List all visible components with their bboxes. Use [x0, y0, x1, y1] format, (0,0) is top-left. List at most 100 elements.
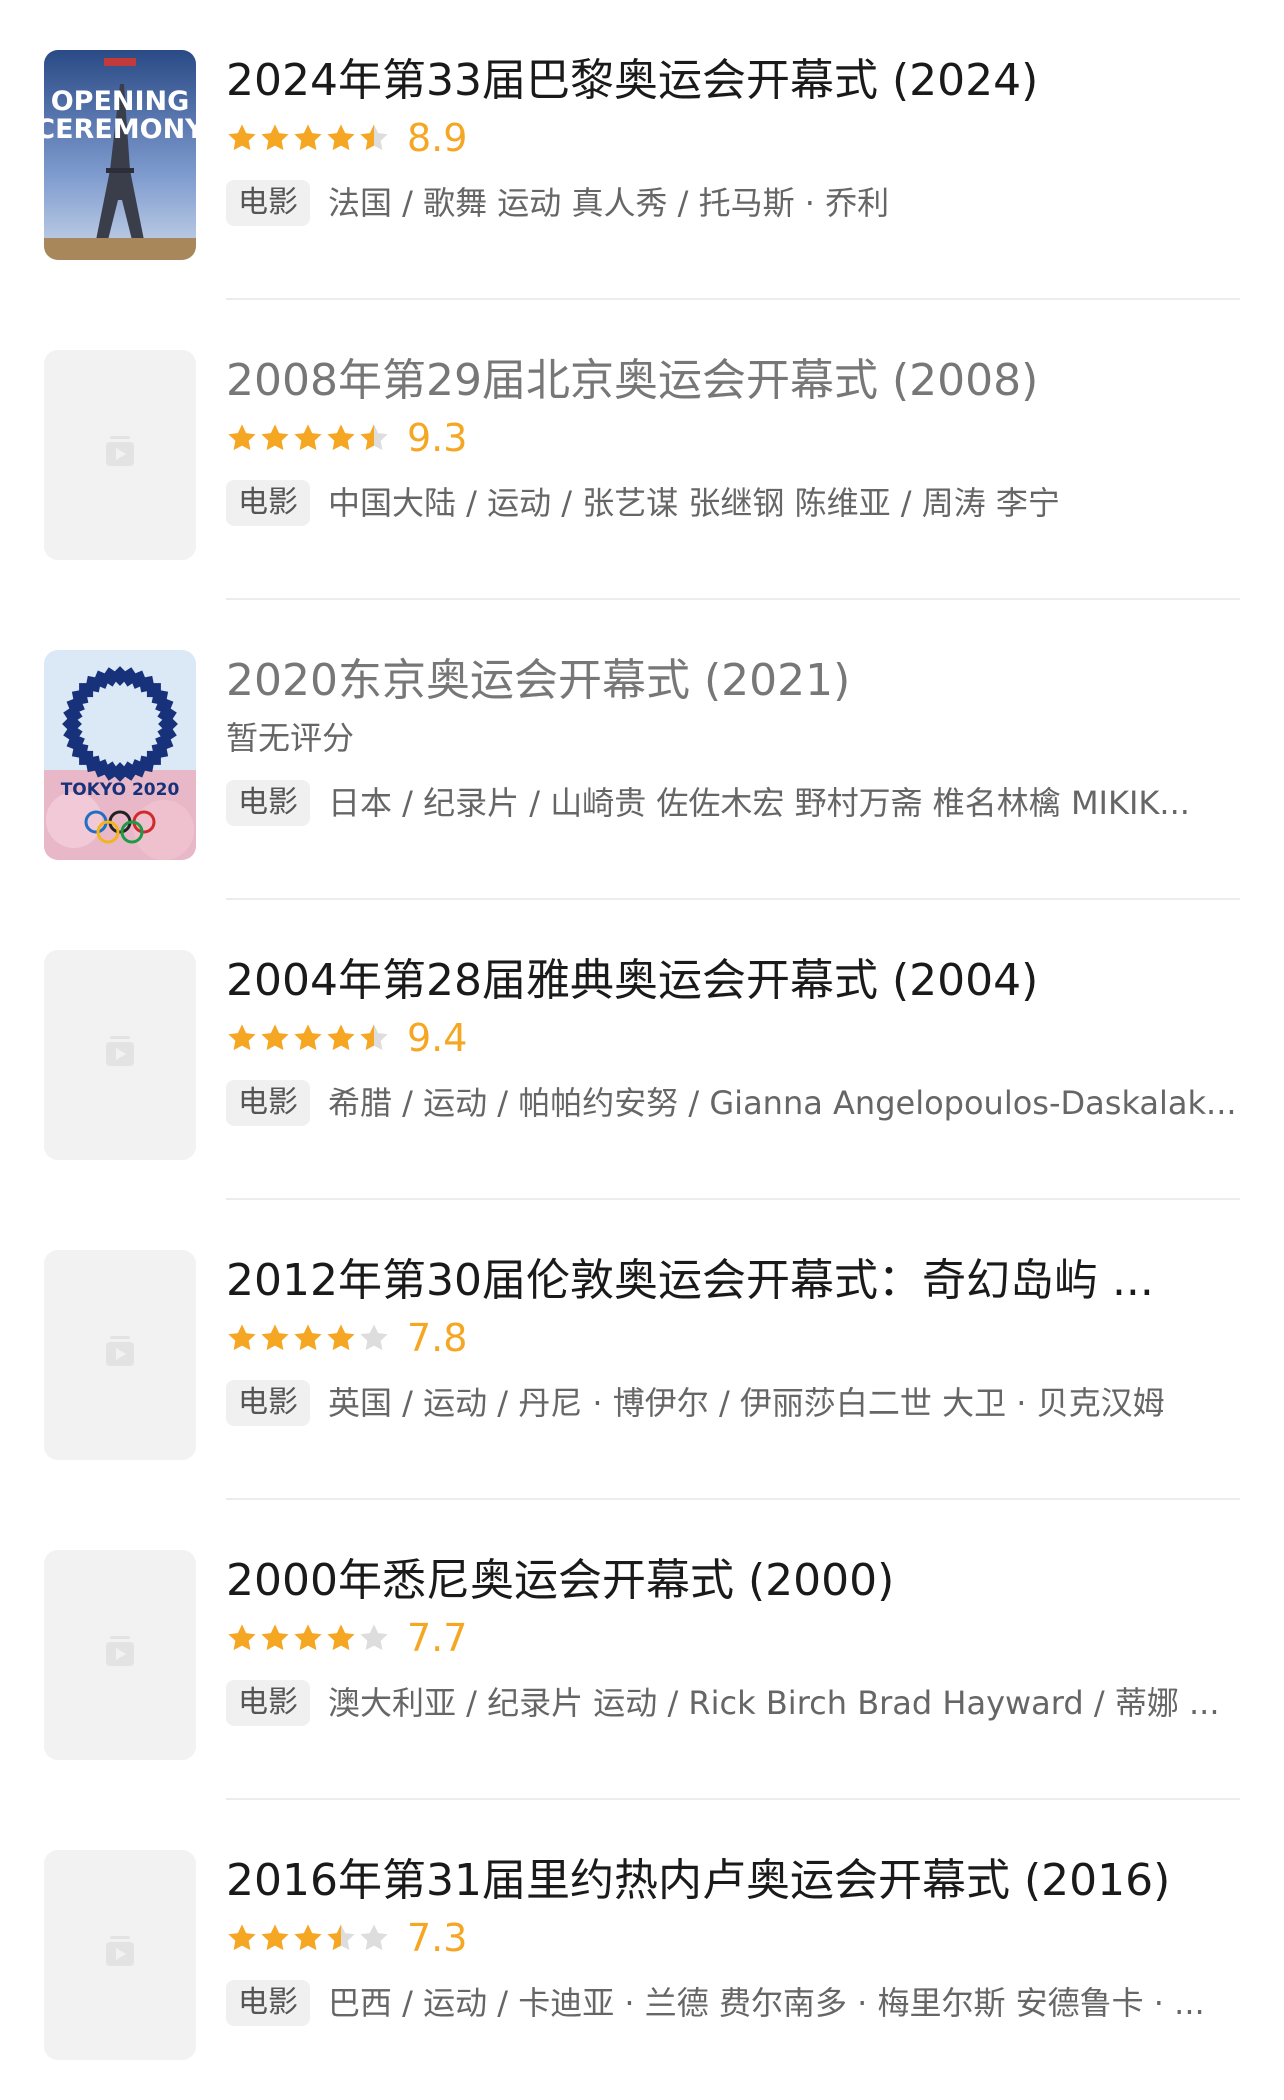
type-tag: 电影 — [226, 1080, 310, 1126]
star-icon — [294, 1924, 322, 1951]
star-icon — [327, 124, 355, 151]
poster-image[interactable] — [44, 1850, 196, 2060]
list-item[interactable]: 2008年第29届北京奥运会开幕式 (2008) 9.3 电影 中国大陆 / 运… — [0, 300, 1284, 600]
star-icon — [294, 1324, 322, 1351]
rating-row: 9.4 — [226, 1016, 467, 1060]
placeholder-image-icon — [44, 1550, 196, 1760]
type-tag: 电影 — [226, 780, 310, 826]
poster-image[interactable]: OPENING CEREMONY — [44, 50, 196, 260]
poster-image[interactable] — [44, 350, 196, 560]
meta-row: 电影 希腊 / 运动 / 帕帕约安努 / Gianna Angelopoulos… — [226, 1080, 1246, 1126]
star-icon — [360, 424, 388, 451]
rating-row: 暂无评分 — [226, 716, 354, 760]
star-icon — [228, 124, 256, 151]
star-rating — [226, 1022, 391, 1054]
star-icon — [261, 1624, 289, 1651]
placeholder-image-icon — [44, 950, 196, 1160]
placeholder-image-icon — [44, 350, 196, 560]
poster-image[interactable] — [44, 950, 196, 1160]
star-icon — [261, 124, 289, 151]
movie-title[interactable]: 2004年第28届雅典奥运会开幕式 (2004) — [226, 950, 1246, 1012]
no-rating-text: 暂无评分 — [226, 719, 355, 757]
star-icon — [294, 124, 322, 151]
star-icon — [327, 424, 355, 451]
movie-meta: 英国 / 运动 / 丹尼 · 博伊尔 / 伊丽莎白二世 大卫 · 贝克汉姆 — [328, 1384, 1165, 1422]
list-item[interactable]: TOKYO 2020 2020东京奥运会开幕式 (2021) 暂无评分 电影 日… — [0, 600, 1284, 900]
rating-score: 8.9 — [407, 116, 468, 160]
type-tag: 电影 — [226, 1680, 310, 1726]
rating-row: 7.7 — [226, 1616, 467, 1660]
rating-score: 9.4 — [407, 1016, 468, 1060]
star-icon — [360, 124, 388, 151]
star-icon — [228, 1624, 256, 1651]
meta-row: 电影 巴西 / 运动 / 卡迪亚 · 兰德 费尔南多 · 梅里尔斯 安德鲁卡 ·… — [226, 1980, 1246, 2026]
movie-title[interactable]: 2024年第33届巴黎奥运会开幕式 (2024) — [226, 50, 1246, 112]
star-icon — [294, 1024, 322, 1051]
poster-image[interactable] — [44, 1550, 196, 1760]
movie-meta: 希腊 / 运动 / 帕帕约安努 / Gianna Angelopoulos-Da… — [328, 1084, 1237, 1122]
star-icon — [327, 1924, 355, 1951]
star-icon — [261, 424, 289, 451]
movie-meta: 日本 / 纪录片 / 山崎贵 佐佐木宏 野村万斋 椎名林檎 MIKIK... — [328, 784, 1190, 822]
star-rating — [226, 422, 391, 454]
star-icon — [294, 1624, 322, 1651]
star-icon — [294, 424, 322, 451]
rating-row: 7.8 — [226, 1316, 467, 1360]
poster-image[interactable] — [44, 1250, 196, 1460]
movie-title[interactable]: 2020东京奥运会开幕式 (2021) — [226, 650, 1246, 712]
meta-row: 电影 法国 / 歌舞 运动 真人秀 / 托马斯 · 乔利 — [226, 180, 1246, 226]
movie-title[interactable]: 2016年第31届里约热内卢奥运会开幕式 (2016) — [226, 1850, 1246, 1912]
list-item[interactable]: 2016年第31届里约热内卢奥运会开幕式 (2016) 7.3 电影 巴西 / … — [0, 1800, 1284, 2100]
star-icon — [327, 1024, 355, 1051]
type-tag: 电影 — [226, 480, 310, 526]
movie-meta: 中国大陆 / 运动 / 张艺谋 张继钢 陈维亚 / 周涛 李宁 — [328, 484, 1060, 522]
rating-row: 8.9 — [226, 116, 467, 160]
poster-image[interactable]: TOKYO 2020 — [44, 650, 196, 860]
rating-row: 7.3 — [226, 1916, 467, 1960]
star-icon — [261, 1924, 289, 1951]
eiffel-tower-poster-icon: OPENINGCEREMONY — [44, 50, 196, 260]
meta-row: 电影 澳大利亚 / 纪录片 运动 / Rick Birch Brad Haywa… — [226, 1680, 1246, 1726]
star-icon — [327, 1324, 355, 1351]
rating-score: 7.8 — [407, 1316, 468, 1360]
list-item[interactable]: 2004年第28届雅典奥运会开幕式 (2004) 9.4 电影 希腊 / 运动 … — [0, 900, 1284, 1200]
star-rating — [226, 1322, 391, 1354]
movie-title[interactable]: 2012年第30届伦敦奥运会开幕式：奇幻岛屿 ... — [226, 1250, 1246, 1312]
rating-score: 7.7 — [407, 1616, 468, 1660]
meta-row: 电影 日本 / 纪录片 / 山崎贵 佐佐木宏 野村万斋 椎名林檎 MIKIK..… — [226, 780, 1246, 826]
meta-row: 电影 英国 / 运动 / 丹尼 · 博伊尔 / 伊丽莎白二世 大卫 · 贝克汉姆 — [226, 1380, 1246, 1426]
star-icon — [360, 1924, 388, 1951]
star-rating — [226, 1922, 391, 1954]
list-item[interactable]: OPENING CEREMONY 2024年第33届巴黎奥运会开幕式 (2024)… — [0, 0, 1284, 300]
type-tag: 电影 — [226, 180, 310, 226]
star-icon — [228, 1324, 256, 1351]
star-icon — [261, 1024, 289, 1051]
poster-text: TOKYO 2020 — [61, 780, 180, 800]
type-tag: 电影 — [226, 1980, 310, 2026]
poster-text-line2: CEREMONY — [44, 114, 196, 145]
rating-score: 7.3 — [407, 1916, 468, 1960]
star-rating — [226, 122, 391, 154]
star-rating — [226, 1622, 391, 1654]
list-item[interactable]: 2012年第30届伦敦奥运会开幕式：奇幻岛屿 ... 7.8 电影 英国 / 运… — [0, 1200, 1284, 1500]
star-icon — [228, 1924, 256, 1951]
list-item[interactable]: 2000年悉尼奥运会开幕式 (2000) 7.7 电影 澳大利亚 / 纪录片 运… — [0, 1500, 1284, 1800]
movie-meta: 巴西 / 运动 / 卡迪亚 · 兰德 费尔南多 · 梅里尔斯 安德鲁卡 · ..… — [328, 1984, 1205, 2022]
star-icon — [360, 1624, 388, 1651]
star-icon — [360, 1324, 388, 1351]
poster-text-line1: OPENING — [51, 86, 190, 117]
placeholder-image-icon — [44, 1250, 196, 1460]
rating-row: 9.3 — [226, 416, 467, 460]
star-icon — [228, 1024, 256, 1051]
tokyo-emblem-poster-icon: TOKYO 2020 — [44, 650, 196, 860]
star-icon — [228, 424, 256, 451]
movie-meta: 法国 / 歌舞 运动 真人秀 / 托马斯 · 乔利 — [328, 184, 890, 222]
movie-title[interactable]: 2008年第29届北京奥运会开幕式 (2008) — [226, 350, 1246, 412]
movie-title[interactable]: 2000年悉尼奥运会开幕式 (2000) — [226, 1550, 1246, 1612]
type-tag: 电影 — [226, 1380, 310, 1426]
star-icon — [327, 1624, 355, 1651]
star-icon — [261, 1324, 289, 1351]
movie-meta: 澳大利亚 / 纪录片 运动 / Rick Birch Brad Hayward … — [328, 1684, 1220, 1722]
star-icon — [360, 1024, 388, 1051]
rating-score: 9.3 — [407, 416, 468, 460]
